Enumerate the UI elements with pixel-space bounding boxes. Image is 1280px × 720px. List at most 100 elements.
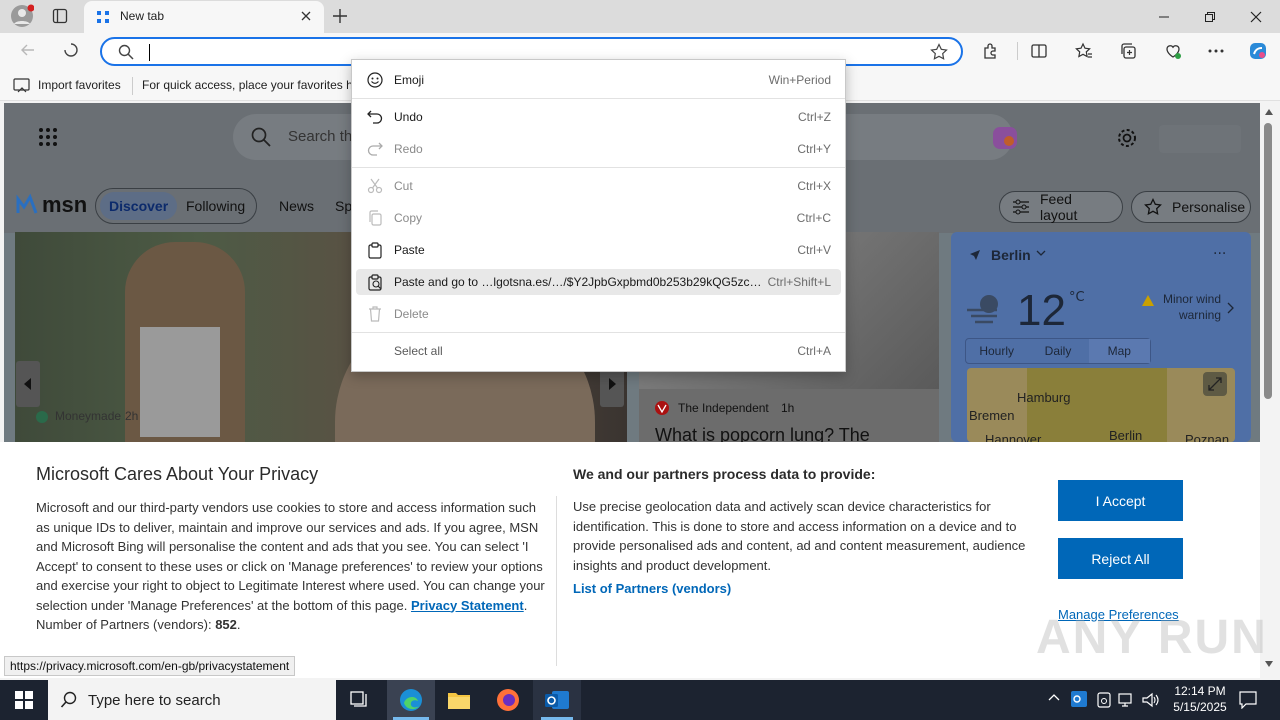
chevron-right-icon[interactable] bbox=[1227, 302, 1235, 314]
favorites-icon[interactable] bbox=[1069, 36, 1099, 66]
new-tab-button[interactable] bbox=[332, 8, 348, 24]
taskbar-firefox[interactable] bbox=[484, 680, 532, 720]
device-tray-icon[interactable] bbox=[1096, 692, 1112, 708]
news-source: The Independent bbox=[678, 401, 769, 415]
weather-card[interactable]: Berlin ··· 12 °C Minor wind warning Hour… bbox=[951, 232, 1251, 442]
chevron-up-icon[interactable] bbox=[1048, 693, 1060, 701]
weather-map[interactable]: Hamburg Bremen Hannover Berlin Poznan bbox=[967, 368, 1235, 442]
scrollbar-thumb[interactable] bbox=[1264, 123, 1272, 399]
close-window-button[interactable] bbox=[1233, 0, 1279, 33]
weather-alert[interactable]: Minor wind warning bbox=[1157, 291, 1221, 323]
clock-time: 12:14 PM bbox=[1174, 684, 1226, 698]
menu-item-copy[interactable]: Copy Ctrl+C bbox=[356, 205, 841, 231]
taskbar-file-explorer[interactable] bbox=[435, 680, 483, 720]
weather-tab-map[interactable]: Map bbox=[1088, 339, 1150, 363]
firefox-icon bbox=[496, 688, 520, 712]
profile-avatar[interactable] bbox=[10, 4, 34, 28]
folder-icon bbox=[447, 690, 471, 710]
menu-shortcut-cut: Ctrl+X bbox=[797, 179, 831, 193]
browser-essentials-icon[interactable] bbox=[1158, 36, 1188, 66]
partners-count-label: Number of Partners (vendors): bbox=[36, 617, 212, 632]
chevron-down-icon[interactable] bbox=[1036, 250, 1046, 258]
import-favorites-link[interactable]: Import favorites bbox=[38, 78, 121, 92]
minimize-button[interactable] bbox=[1141, 0, 1187, 33]
weather-city[interactable]: Berlin bbox=[991, 247, 1031, 263]
hero-clipboard bbox=[140, 327, 220, 437]
app-launcher-icon[interactable] bbox=[38, 127, 58, 147]
weather-temp: 12 bbox=[1017, 286, 1066, 335]
sign-in-button[interactable] bbox=[1159, 125, 1241, 153]
weather-more-icon[interactable]: ··· bbox=[1213, 246, 1226, 262]
tab-following[interactable]: Following bbox=[186, 198, 245, 214]
personalise-button[interactable]: Personalise bbox=[1131, 191, 1251, 223]
feed-switch: Discover Following bbox=[95, 188, 257, 224]
taskbar-outlook[interactable] bbox=[533, 680, 581, 720]
start-button[interactable] bbox=[0, 680, 48, 720]
carousel-prev-button[interactable] bbox=[16, 361, 40, 407]
partners-count-value: 852 bbox=[215, 617, 237, 632]
menu-item-paste[interactable]: Paste Ctrl+V bbox=[356, 237, 841, 263]
copilot-icon[interactable] bbox=[1243, 36, 1273, 66]
menu-item-cut[interactable]: Cut Ctrl+X bbox=[356, 173, 841, 199]
map-label-hamburg: Hamburg bbox=[1017, 390, 1071, 405]
menu-item-undo[interactable]: Undo Ctrl+Z bbox=[356, 104, 841, 130]
copilot-search-icon[interactable] bbox=[991, 125, 1019, 151]
notifications-icon[interactable] bbox=[1239, 691, 1257, 709]
toolbar-divider bbox=[1017, 42, 1018, 60]
menu-item-select-all[interactable]: Select all Ctrl+A bbox=[356, 338, 841, 364]
weather-map-region bbox=[1027, 368, 1167, 442]
back-button[interactable] bbox=[13, 35, 43, 65]
task-view-button[interactable] bbox=[336, 680, 384, 720]
expand-map-icon[interactable] bbox=[1203, 372, 1227, 396]
list-of-partners-link[interactable]: List of Partners (vendors) bbox=[573, 581, 731, 596]
menu-item-delete[interactable]: Delete bbox=[356, 301, 841, 327]
menu-item-emoji[interactable]: Emoji Win+Period bbox=[356, 67, 841, 93]
taskbar-search-icon bbox=[60, 691, 78, 709]
taskbar-clock[interactable]: 12:14 PM 5/15/2025 bbox=[1166, 683, 1234, 715]
tab-news[interactable]: News bbox=[279, 198, 314, 214]
menu-shortcut-paste-and-go: Ctrl+Shift+L bbox=[767, 275, 831, 289]
menu-item-paste-and-go[interactable]: Paste and go to …lgotsna.es/…/$Y2JpbGxpb… bbox=[356, 269, 841, 295]
status-bar-url: https://privacy.microsoft.com/en-gb/priv… bbox=[4, 656, 296, 676]
partners-period: . bbox=[236, 617, 241, 632]
reject-all-button[interactable]: Reject All bbox=[1058, 538, 1183, 579]
network-icon[interactable] bbox=[1118, 692, 1136, 708]
tab-discover[interactable]: Discover bbox=[100, 192, 178, 220]
web-search-placeholder: Search th bbox=[288, 128, 353, 145]
weather-tab-daily[interactable]: Daily bbox=[1027, 344, 1088, 358]
scroll-up-arrow-icon[interactable] bbox=[1265, 109, 1273, 115]
restore-button[interactable] bbox=[1187, 0, 1233, 33]
add-favorite-star-icon[interactable] bbox=[930, 43, 948, 61]
page-scrollbar[interactable] bbox=[1260, 103, 1278, 676]
more-options-icon[interactable] bbox=[1201, 36, 1231, 66]
msn-logo-icon[interactable] bbox=[16, 193, 38, 215]
feed-layout-button[interactable]: Feed layout bbox=[999, 191, 1123, 223]
privacy-statement-link[interactable]: Privacy Statement bbox=[411, 598, 524, 613]
split-screen-icon[interactable] bbox=[1024, 36, 1054, 66]
hero-age: 2h bbox=[125, 409, 139, 423]
consent-right-title: We and our partners process data to prov… bbox=[573, 466, 876, 482]
taskbar-search[interactable]: Type here to search bbox=[48, 680, 336, 720]
page-settings-icon[interactable] bbox=[1116, 127, 1138, 149]
tab-new-tab[interactable]: New tab bbox=[84, 1, 324, 33]
menu-shortcut-emoji: Win+Period bbox=[768, 73, 831, 87]
menu-label-select-all: Select all bbox=[394, 344, 443, 358]
map-label-bremen: Bremen bbox=[969, 408, 1015, 423]
extensions-icon[interactable] bbox=[976, 36, 1006, 66]
accept-button[interactable]: I Accept bbox=[1058, 480, 1183, 521]
weather-tab-hourly[interactable]: Hourly bbox=[966, 344, 1027, 358]
menu-label-emoji: Emoji bbox=[394, 73, 425, 87]
tab-sports[interactable]: Sp bbox=[335, 198, 352, 214]
weather-view-tabs: Hourly Daily Map bbox=[965, 338, 1151, 364]
tab-actions-icon[interactable] bbox=[52, 8, 68, 24]
wind-weather-icon bbox=[965, 290, 1009, 324]
close-tab-icon[interactable] bbox=[300, 10, 312, 22]
taskbar-edge[interactable] bbox=[387, 680, 435, 720]
new-tab-favicon-icon bbox=[96, 10, 110, 24]
collections-icon[interactable] bbox=[1113, 36, 1143, 66]
stop-loading-icon[interactable] bbox=[56, 35, 86, 65]
menu-item-redo[interactable]: Redo Ctrl+Y bbox=[356, 136, 841, 162]
feed-layout-icon bbox=[1012, 199, 1030, 215]
outlook-tray-icon[interactable] bbox=[1071, 691, 1087, 707]
volume-icon[interactable] bbox=[1142, 692, 1160, 708]
